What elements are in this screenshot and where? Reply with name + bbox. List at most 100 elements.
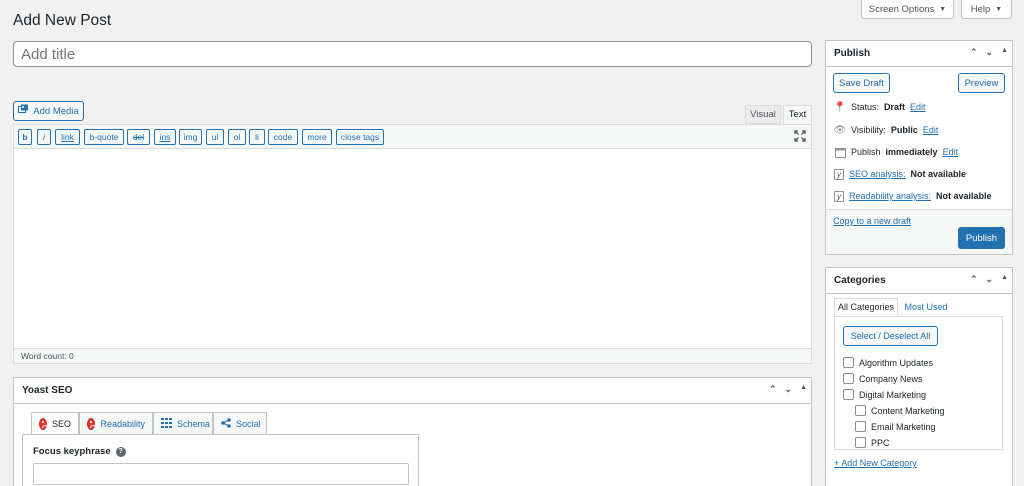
quicktag-bold-button[interactable]: b	[18, 129, 32, 145]
screen-options-button[interactable]: Screen Options ▼	[861, 0, 954, 19]
publish-box-title: Publish	[834, 48, 871, 59]
yoast-seo-panel: Focus keyphrase ?	[22, 434, 419, 486]
save-draft-button[interactable]: Save Draft	[833, 73, 890, 93]
caret-down-icon: ▼	[939, 5, 947, 13]
toggle-panel-icon[interactable]: ▲	[1001, 274, 1008, 285]
publish-button[interactable]: Publish	[958, 227, 1005, 249]
readability-analysis-row: y Readability analysis: Not available	[834, 188, 992, 204]
yoast-tab-readability[interactable]: Readability	[79, 412, 153, 435]
page-title: Add New Post	[13, 12, 112, 29]
media-icon	[18, 104, 29, 118]
readability-analysis-value: Not available	[936, 191, 992, 201]
quicktag-img-button[interactable]: img	[179, 129, 202, 145]
visibility-label: Visibility:	[851, 125, 886, 135]
chevron-down-icon[interactable]: ⌄	[785, 384, 793, 395]
checkbox[interactable]	[855, 421, 866, 432]
yoast-tab-seo[interactable]: SEO	[31, 412, 79, 435]
add-media-button[interactable]: Add Media	[13, 101, 84, 121]
category-label: Email Marketing	[871, 421, 936, 432]
preview-button[interactable]: Preview	[958, 73, 1005, 93]
status-value: Draft	[884, 102, 906, 112]
focus-keyphrase-input[interactable]	[33, 463, 409, 485]
readability-analysis-link[interactable]: Readability analysis:	[849, 191, 931, 201]
category-label: Algorithm Updates	[859, 357, 934, 368]
category-checklist: Select / Deselect All Algorithm Updates …	[834, 316, 1003, 450]
tab-visual[interactable]: Visual	[745, 105, 781, 124]
category-item[interactable]: Company News	[843, 371, 945, 386]
yoast-title: Yoast SEO	[22, 385, 73, 396]
checkbox[interactable]	[855, 437, 866, 448]
seo-analysis-value: Not available	[910, 169, 967, 179]
category-item[interactable]: Content Marketing	[843, 403, 945, 418]
add-new-category-link[interactable]: + Add New Category	[834, 458, 917, 468]
add-media-label: Add Media	[33, 105, 79, 117]
category-item[interactable]: Email Marketing	[843, 419, 945, 434]
select-deselect-all-button[interactable]: Select / Deselect All	[843, 326, 938, 346]
yoast-tab-social-label: Social	[236, 418, 261, 429]
category-item[interactable]: Digital Marketing	[843, 387, 945, 402]
checkbox[interactable]	[855, 405, 866, 416]
screen-options-label: Screen Options	[868, 3, 935, 15]
quicktag-ins-button[interactable]: ins	[154, 129, 176, 145]
category-label: Company News	[859, 373, 923, 384]
yoast-icon: y	[834, 168, 844, 180]
chevron-up-icon[interactable]: ⌃	[970, 274, 978, 285]
caret-down-icon: ▼	[995, 5, 1003, 13]
category-item[interactable]: Algorithm Updates	[843, 355, 945, 370]
copy-to-draft-link[interactable]: Copy to a new draft	[833, 216, 911, 226]
category-label: Content Marketing	[871, 405, 945, 416]
sad-face-icon	[87, 417, 96, 430]
edit-status-link[interactable]: Edit	[910, 102, 926, 112]
yoast-header: Yoast SEO ⌃ ⌄ ▲	[14, 378, 811, 404]
category-item[interactable]: PPC	[843, 435, 945, 450]
chevron-down-icon[interactable]: ⌄	[986, 274, 994, 285]
pin-icon: 📍	[833, 101, 847, 113]
yoast-tab-readability-label: Readability	[100, 418, 145, 429]
quicktag-ul-button[interactable]: ul	[206, 129, 224, 145]
post-title-input[interactable]	[13, 41, 812, 67]
category-label: PPC	[871, 437, 890, 448]
quicktag-del-button[interactable]: del	[127, 129, 150, 145]
chevron-up-icon[interactable]: ⌃	[970, 47, 978, 58]
checkbox[interactable]	[843, 389, 854, 400]
help-label: Help	[970, 3, 991, 15]
chevron-down-icon[interactable]: ⌄	[986, 47, 994, 58]
edit-visibility-link[interactable]: Edit	[923, 125, 939, 135]
status-label: Status:	[851, 102, 880, 112]
toggle-panel-icon[interactable]: ▲	[1001, 47, 1008, 58]
quicktag-bquote-button[interactable]: b-quote	[84, 129, 124, 145]
quicktag-ol-button[interactable]: ol	[228, 129, 246, 145]
quicktag-italic-button[interactable]: i	[37, 129, 51, 145]
yoast-tab-schema[interactable]: Schema	[153, 412, 213, 435]
edit-schedule-link[interactable]: Edit	[943, 147, 959, 157]
publish-header: Publish ⌃ ⌄ ▲	[826, 41, 1012, 67]
grid-icon	[161, 417, 172, 430]
checkbox[interactable]	[843, 373, 854, 384]
categories-header: Categories ⌃ ⌄ ▲	[826, 268, 1012, 294]
quicktag-more-button[interactable]: more	[302, 129, 332, 145]
categories-box-title: Categories	[834, 275, 886, 286]
tab-text[interactable]: Text	[783, 105, 812, 124]
yoast-tab-schema-label: Schema	[177, 418, 211, 429]
word-count: Word count: 0	[14, 348, 811, 363]
seo-analysis-link[interactable]: SEO analysis:	[849, 169, 906, 179]
chevron-up-icon[interactable]: ⌃	[769, 384, 777, 395]
quicktag-code-button[interactable]: code	[268, 129, 298, 145]
tab-all-categories[interactable]: All Categories	[834, 298, 898, 316]
help-button[interactable]: Help ▼	[961, 0, 1012, 19]
checkbox[interactable]	[843, 357, 854, 368]
quicktags-toolbar: b i link b-quote del ins img ul ol li co…	[14, 125, 811, 149]
quicktag-close-tags-button[interactable]: close tags	[336, 129, 384, 145]
yoast-icon: y	[834, 190, 844, 202]
yoast-tab-social[interactable]: Social	[213, 412, 267, 435]
toggle-panel-icon[interactable]: ▲	[800, 384, 807, 395]
status-row: 📍 Status: Draft Edit	[834, 99, 926, 115]
quicktag-li-button[interactable]: li	[249, 129, 265, 145]
calendar-icon	[834, 147, 846, 158]
tab-most-used[interactable]: Most Used	[900, 298, 952, 316]
quicktag-link-button[interactable]: link	[55, 129, 80, 145]
schedule-row: Publish immediately Edit	[834, 144, 958, 160]
help-icon[interactable]: ?	[115, 446, 126, 457]
category-label: Digital Marketing	[859, 389, 927, 400]
fullscreen-icon[interactable]	[794, 130, 806, 142]
